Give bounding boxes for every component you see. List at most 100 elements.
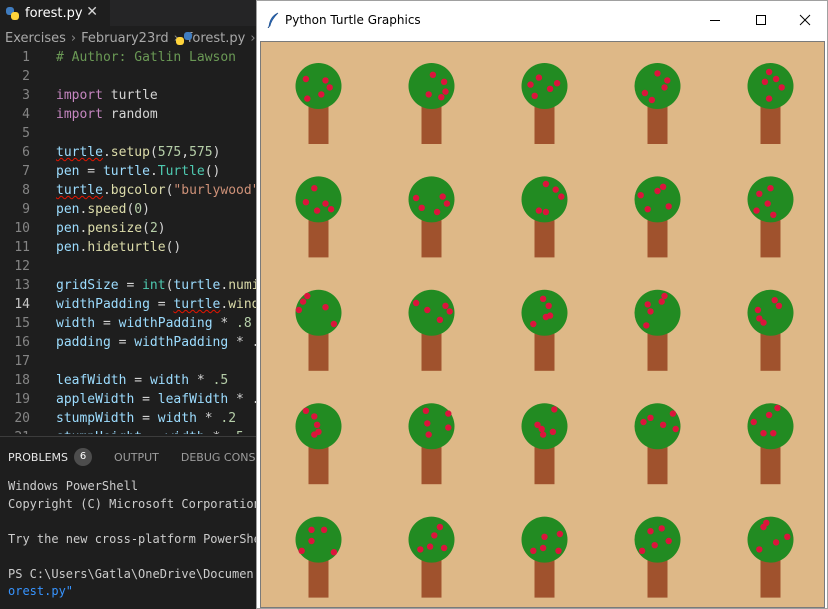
python-file-icon — [6, 6, 19, 20]
code-line[interactable]: 6 turtle.setup(575,575) — [0, 143, 256, 162]
window-titlebar[interactable]: Python Turtle Graphics — [257, 1, 827, 39]
code-line[interactable]: 11 pen.hideturtle() — [0, 238, 256, 257]
apple — [535, 74, 543, 81]
code-line[interactable]: 19 appleWidth = leafWidth * . — [0, 390, 256, 409]
code-token: pen — [56, 202, 80, 217]
apple — [302, 199, 310, 206]
editor-tab-bar: forest.py ✕ — [0, 0, 256, 26]
tab-close-icon[interactable]: ✕ — [86, 4, 98, 20]
code-line[interactable]: 20 stumpWidth = width * .2 — [0, 409, 256, 428]
tab-forest-py[interactable]: forest.py ✕ — [0, 0, 110, 26]
code-text: turtle.bgcolor("burlywood" — [56, 181, 256, 200]
tree-leaves — [295, 516, 342, 563]
code-token: .8 — [236, 316, 252, 331]
apple — [669, 410, 677, 417]
code-line[interactable]: 7 pen = turtle.Turtle() — [0, 162, 256, 181]
code-token: widthPadding — [118, 316, 213, 331]
minimize-button[interactable] — [692, 1, 738, 39]
apple — [418, 204, 425, 211]
apple — [545, 302, 552, 309]
line-number: 15 — [14, 316, 30, 331]
problems-count-badge: 6 — [74, 448, 93, 466]
line-number: 9 — [22, 202, 30, 217]
code-token: 575 — [157, 145, 182, 160]
apple — [308, 526, 315, 533]
apple — [753, 207, 760, 214]
breadcrumb-item-forest-py[interactable]: forest.py — [188, 31, 246, 46]
code-token: stumpHeight — [56, 430, 142, 434]
tree-leaves — [634, 289, 681, 336]
apple — [771, 297, 778, 304]
code-line[interactable]: 1 # Author: Gatlin Lawson — [0, 48, 256, 67]
line-number: 2 — [22, 69, 30, 84]
apple — [772, 75, 780, 83]
code-line[interactable]: 3 import turtle — [0, 86, 256, 105]
tree-trunk — [308, 444, 329, 485]
breadcrumb-item-february23rd[interactable]: February23rd — [81, 31, 169, 46]
code-token: = — [95, 316, 119, 331]
tree-leaves — [747, 289, 794, 336]
apple — [643, 322, 650, 329]
apple — [440, 544, 448, 552]
code-token: = — [110, 335, 135, 350]
code-line[interactable]: 5 — [0, 124, 256, 143]
tree-leaves — [521, 403, 568, 450]
code-token: = — [79, 164, 103, 179]
apple — [302, 407, 310, 414]
code-line[interactable]: 14 widthPadding = turtle.wind — [0, 295, 256, 314]
code-line[interactable]: 13 gridSize = int(turtle.numi — [0, 276, 256, 295]
code-token: turtle — [102, 164, 150, 179]
code-line[interactable]: 10 pen.pensize(2) — [0, 219, 256, 238]
apple — [539, 544, 547, 552]
apple — [445, 410, 452, 417]
code-line[interactable]: 15 width = widthPadding * .8 — [0, 314, 256, 333]
tree-leaves — [634, 63, 681, 109]
breadcrumb-item-exercises[interactable]: Exercises — [5, 31, 66, 46]
code-editor[interactable]: 1 # Author: Gatlin Lawson 2 3 import turtle 4… — [0, 48, 256, 434]
code-line[interactable]: 16 padding = widthPadding * . — [0, 333, 256, 352]
apple — [637, 192, 644, 199]
code-line[interactable]: 4 import random — [0, 105, 256, 124]
turtle-canvas[interactable] — [260, 41, 825, 608]
apple — [651, 542, 658, 549]
code-text: padding = widthPadding * . — [56, 333, 256, 352]
code-line[interactable]: 21 stumpHeight = width * .5 — [0, 428, 256, 434]
line-number: 14 — [14, 297, 30, 312]
code-token: stumpWidth — [56, 411, 135, 426]
code-line[interactable]: 2 — [0, 67, 256, 86]
apple — [555, 547, 562, 554]
line-number: 19 — [14, 392, 30, 407]
code-line[interactable]: 18 leafWidth = width * .5 — [0, 371, 256, 390]
close-button[interactable] — [782, 1, 828, 39]
apple — [445, 424, 452, 431]
code-line[interactable]: 9 pen.speed(0) — [0, 200, 256, 219]
code-token: numi — [228, 278, 256, 293]
code-token: * — [205, 430, 228, 434]
code-token: appleWidth — [56, 392, 135, 407]
panel-tab-label: PROBLEMS — [8, 450, 69, 464]
code-token: * — [189, 373, 213, 388]
tree-trunk — [421, 217, 442, 258]
code-line[interactable]: 12 — [0, 257, 256, 276]
code-token: width — [149, 373, 190, 388]
panel-tab-problems[interactable]: PROBLEMS 6 — [8, 448, 93, 466]
apple — [644, 206, 651, 213]
tree-trunk — [308, 104, 329, 144]
line-number: 21 — [0, 428, 30, 434]
code-token: leafWidth — [157, 392, 229, 407]
maximize-button[interactable] — [738, 1, 784, 39]
apple — [539, 431, 547, 438]
code-token: width — [166, 430, 205, 434]
code-line[interactable]: 8 turtle.bgcolor("burlywood" — [0, 181, 256, 200]
apple — [760, 523, 767, 531]
apple — [641, 89, 649, 97]
apple — [330, 320, 338, 328]
tree-trunk — [308, 557, 329, 598]
panel-tab-output[interactable]: OUTPUT — [114, 451, 159, 464]
code-token: Turtle — [157, 164, 205, 179]
panel-tab-debug-console[interactable]: DEBUG CONSOLE — [181, 451, 256, 464]
apple — [442, 88, 449, 95]
code-token: * — [196, 411, 221, 426]
tree-trunk — [421, 104, 442, 144]
code-line[interactable]: 17 — [0, 352, 256, 371]
